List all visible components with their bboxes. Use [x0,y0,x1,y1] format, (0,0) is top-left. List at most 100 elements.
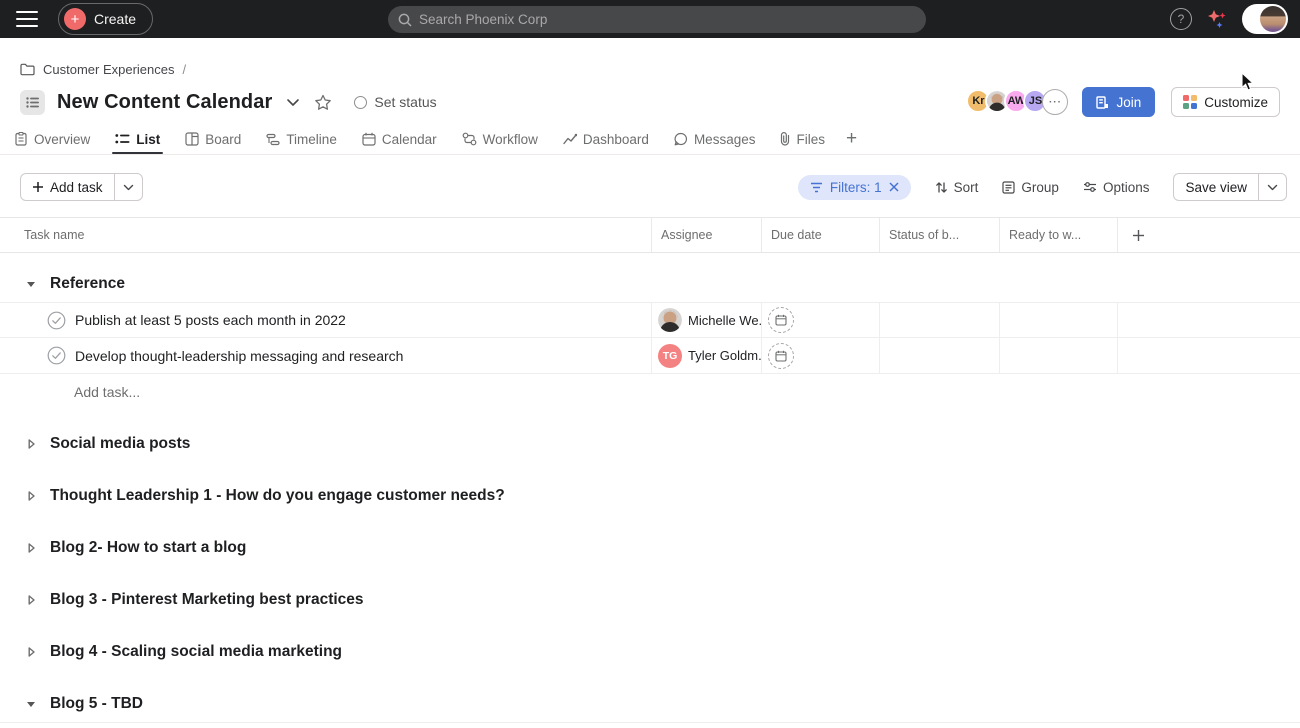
collapse-section-icon[interactable] [26,281,36,288]
tab-label: Calendar [382,132,437,147]
filters-label: Filters: 1 [830,180,882,195]
tab-label: Overview [34,132,90,147]
column-ready[interactable]: Ready to w... [999,218,1117,252]
workflow-icon [462,132,477,146]
section-header[interactable]: Blog 3 - Pinterest Marketing best practi… [0,582,1300,618]
due-date-cell[interactable] [761,338,879,373]
add-task-row[interactable]: Add task... [0,374,1300,410]
tab-workflow[interactable]: Workflow [462,124,538,154]
search-icon [398,13,412,27]
task-row[interactable]: Publish at least 5 posts each month in 2… [0,302,1300,338]
collapse-section-icon[interactable] [26,701,36,708]
save-view-button[interactable]: Save view [1174,174,1258,200]
page-title[interactable]: New Content Calendar [57,91,272,114]
set-due-date-icon[interactable] [768,343,794,369]
filters-pill[interactable]: Filters: 1 [798,175,911,200]
ready-cell[interactable] [999,303,1117,337]
options-button[interactable]: Options [1083,180,1150,195]
save-view-split-button: Save view [1173,173,1287,201]
more-members-button[interactable]: ··· [1042,89,1068,115]
join-button[interactable]: Join [1082,87,1155,117]
user-photo [1260,6,1286,32]
customize-button[interactable]: Customize [1171,87,1280,117]
join-button-label: Join [1116,95,1141,110]
tab-list[interactable]: List [115,124,160,154]
assignee-cell[interactable]: TGTyler Goldm... [651,338,761,373]
overview-icon [14,132,28,146]
tab-calendar[interactable]: Calendar [362,124,437,154]
expand-section-icon[interactable] [26,595,36,605]
breadcrumb-label[interactable]: Customer Experiences [43,62,175,77]
assignee-cell[interactable]: Michelle We... [651,303,761,337]
column-assignee[interactable]: Assignee [651,218,761,252]
folder-icon [20,63,35,76]
chevron-down-icon[interactable] [286,98,300,107]
project-list-icon[interactable] [20,90,45,115]
complete-task-icon[interactable] [47,346,66,365]
hamburger-menu-icon[interactable] [16,11,38,27]
add-column-button[interactable] [1117,218,1300,252]
column-due-date[interactable]: Due date [761,218,879,252]
add-task-caret[interactable] [114,174,142,200]
sort-label: Sort [954,180,979,195]
clear-filters-icon[interactable] [889,182,899,192]
column-task-name[interactable]: Task name [0,218,651,252]
section-header[interactable]: Blog 4 - Scaling social media marketing [0,634,1300,670]
assignee-name: Tyler Goldm... [688,348,761,363]
task-name-cell[interactable]: Develop thought-leadership messaging and… [0,338,651,373]
status-cell[interactable] [879,303,999,337]
status-cell[interactable] [879,338,999,373]
member-avatar-stack: KrAWJS··· [966,89,1068,115]
add-tab-button[interactable]: + [846,128,857,150]
section-header[interactable]: Social media posts [0,426,1300,462]
star-icon[interactable] [314,94,332,111]
tab-dashboard[interactable]: Dashboard [563,124,649,154]
add-task-button[interactable]: Add task [21,174,114,200]
section-header[interactable]: Blog 5 - TBD [0,686,1300,722]
set-due-date-icon[interactable] [768,307,794,333]
create-button[interactable]: + Create [58,3,153,35]
sparkle-ai-icon[interactable] [1207,8,1227,30]
save-view-caret[interactable] [1258,174,1286,200]
view-tabs: Overview List Board Timeline Calendar Workflo… [0,124,1300,155]
task-name-cell[interactable]: Publish at least 5 posts each month in 2… [0,303,651,337]
section-header[interactable]: Reference [0,266,1300,302]
section-title: Blog 5 - TBD [50,695,143,713]
customize-button-label: Customize [1204,95,1268,110]
task-row[interactable]: Develop thought-leadership messaging and… [0,338,1300,374]
column-status[interactable]: Status of b... [879,218,999,252]
tab-timeline[interactable]: Timeline [266,124,337,154]
user-avatar[interactable] [1242,4,1288,34]
expand-section-icon[interactable] [26,543,36,553]
create-button-label: Create [94,11,136,27]
expand-section-icon[interactable] [26,439,36,449]
search-placeholder: Search Phoenix Corp [419,12,547,27]
tab-messages[interactable]: Messages [674,124,756,154]
section-title: Reference [50,275,125,293]
section-header[interactable]: Thought Leadership 1 - How do you engage… [0,478,1300,514]
ready-cell[interactable] [999,338,1117,373]
tab-files[interactable]: Files [780,124,825,154]
add-task-split-button: Add task [20,173,143,201]
tab-label: Messages [694,132,756,147]
breadcrumb-separator: / [183,62,187,77]
search-input[interactable]: Search Phoenix Corp [388,6,926,33]
section-title: Social media posts [50,435,190,453]
tab-overview[interactable]: Overview [14,124,90,154]
expand-section-icon[interactable] [26,647,36,657]
breadcrumb[interactable]: Customer Experiences / [20,60,1280,78]
group-button[interactable]: Group [1002,180,1059,195]
sort-button[interactable]: Sort [935,180,979,195]
section-header[interactable]: Blog 2- How to start a blog [0,530,1300,566]
tab-label: Timeline [286,132,337,147]
section-title: Blog 2- How to start a blog [50,539,246,557]
help-icon[interactable]: ? [1170,8,1192,30]
expand-section-icon[interactable] [26,491,36,501]
files-icon [780,132,790,146]
complete-task-icon[interactable] [47,311,66,330]
assignee-avatar [658,308,682,332]
section-title: Thought Leadership 1 - How do you engage… [50,487,505,505]
due-date-cell[interactable] [761,303,879,337]
tab-board[interactable]: Board [185,124,241,154]
set-status-button[interactable]: Set status [354,94,436,110]
